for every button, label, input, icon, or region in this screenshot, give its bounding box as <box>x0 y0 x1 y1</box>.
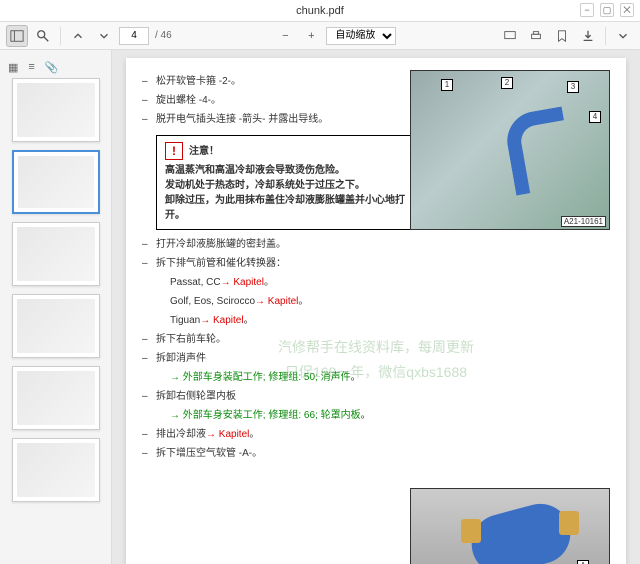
outline-icon[interactable]: ≡ <box>28 61 34 73</box>
model-text: Golf, Eos, Scirocco <box>170 295 255 309</box>
warning-line: 发动机处于热态时，冷却系统处于过压之下。 <box>165 180 365 191</box>
warning-box: ! 注意！ 高温蒸汽和高温冷却液会导致烫伤危险。 发动机处于热态时，冷却系统处于过… <box>156 135 416 230</box>
thumbnail[interactable] <box>12 222 100 286</box>
thumbnail[interactable] <box>12 438 100 502</box>
step-text: 旋出螺栓 -4-。 <box>156 94 221 108</box>
zoom-select[interactable]: 自动缩放 <box>326 27 396 45</box>
thumbnail[interactable] <box>12 294 100 358</box>
presentation-button[interactable] <box>499 25 521 47</box>
warning-line: 卸除过压，为此用抹布盖住冷却液膨胀罐盖并小心地打开。 <box>165 195 405 221</box>
print-button[interactable] <box>525 25 547 47</box>
sidebar-toggle-button[interactable] <box>6 25 28 47</box>
maximize-button[interactable]: ▢ <box>600 3 614 17</box>
download-button[interactable] <box>577 25 599 47</box>
callout-a: A <box>577 560 589 564</box>
thumbnail[interactable] <box>12 78 100 142</box>
step-text: 拆下右前车轮。 <box>156 333 226 347</box>
pdf-page: 1 2 3 4 –松开软管卡箍 -2-。 –旋出螺栓 -4-。 –脱开电气插头连… <box>126 58 626 564</box>
page-up-button[interactable] <box>67 25 89 47</box>
figure-engine: 1 2 3 4 <box>410 70 610 230</box>
repair-link[interactable]: → 外部车身装配工作; 修理组: 50; 消声件 <box>170 371 351 385</box>
bookmark-button[interactable] <box>551 25 573 47</box>
step-text: 拆卸右侧轮罩内板 <box>156 390 236 404</box>
callout-1: 1 <box>441 79 453 91</box>
close-button[interactable]: ⨉ <box>620 3 634 17</box>
sidebar-header: ▦ ≡ 📎 <box>0 56 111 78</box>
repair-link[interactable]: → 外部车身安装工作; 修理组: 66; 轮罩内板 <box>170 409 361 423</box>
callout-4: 4 <box>589 111 601 123</box>
find-button[interactable] <box>32 25 54 47</box>
step-text: 拆下增压空气软管 -A-。 <box>156 447 262 461</box>
toolbar: / 46 − + 自动缩放 <box>0 22 640 50</box>
zoom-in-button[interactable]: + <box>300 25 322 47</box>
page-total: / 46 <box>155 30 172 41</box>
page-viewport[interactable]: 1 2 3 4 –松开软管卡箍 -2-。 –旋出螺栓 -4-。 –脱开电气插头连… <box>112 50 640 564</box>
title-bar: chunk.pdf − ▢ ⨉ <box>0 0 640 22</box>
kapitel-link[interactable]: → Kapitel <box>221 276 264 290</box>
callout-2: 2 <box>501 77 513 89</box>
thumbnail[interactable] <box>12 150 100 214</box>
step-text: 脱开电气插头连接 -箭头- 并露出导线。 <box>156 113 328 127</box>
thumbnail[interactable] <box>12 366 100 430</box>
window-controls: − ▢ ⨉ <box>580 3 634 17</box>
kapitel-link[interactable]: → Kapitel <box>206 428 249 442</box>
step-text: 打开冷却液膨胀罐的密封盖。 <box>156 238 286 252</box>
warning-title: 注意！ <box>189 144 219 159</box>
thumbnails-icon[interactable]: ▦ <box>8 61 18 74</box>
step-text: 拆卸消声件 <box>156 352 206 366</box>
attachments-icon[interactable]: 📎 <box>45 61 59 74</box>
page-input[interactable] <box>119 27 149 45</box>
kapitel-link[interactable]: → Kapitel <box>200 314 243 328</box>
figure-hose: A <box>410 488 610 564</box>
model-text: Tiguan <box>170 314 200 328</box>
minimize-button[interactable]: − <box>580 3 594 17</box>
tools-button[interactable] <box>612 25 634 47</box>
zoom-out-button[interactable]: − <box>274 25 296 47</box>
step-text: 拆下排气前管和催化转换器： <box>156 257 286 271</box>
page-down-button[interactable] <box>93 25 115 47</box>
warning-icon: ! <box>165 142 183 160</box>
kapitel-link[interactable]: → Kapitel <box>255 295 298 309</box>
callout-3: 3 <box>567 81 579 93</box>
warning-line: 高温蒸汽和高温冷却液会导致烫伤危险。 <box>165 165 345 176</box>
step-text: 排出冷却液 <box>156 428 206 442</box>
thumbnail-sidebar: ▦ ≡ 📎 <box>0 50 112 564</box>
model-text: Passat, CC <box>170 276 221 290</box>
doc-title: chunk.pdf <box>296 5 344 17</box>
step-text: 松开软管卡箍 -2-。 <box>156 75 241 89</box>
